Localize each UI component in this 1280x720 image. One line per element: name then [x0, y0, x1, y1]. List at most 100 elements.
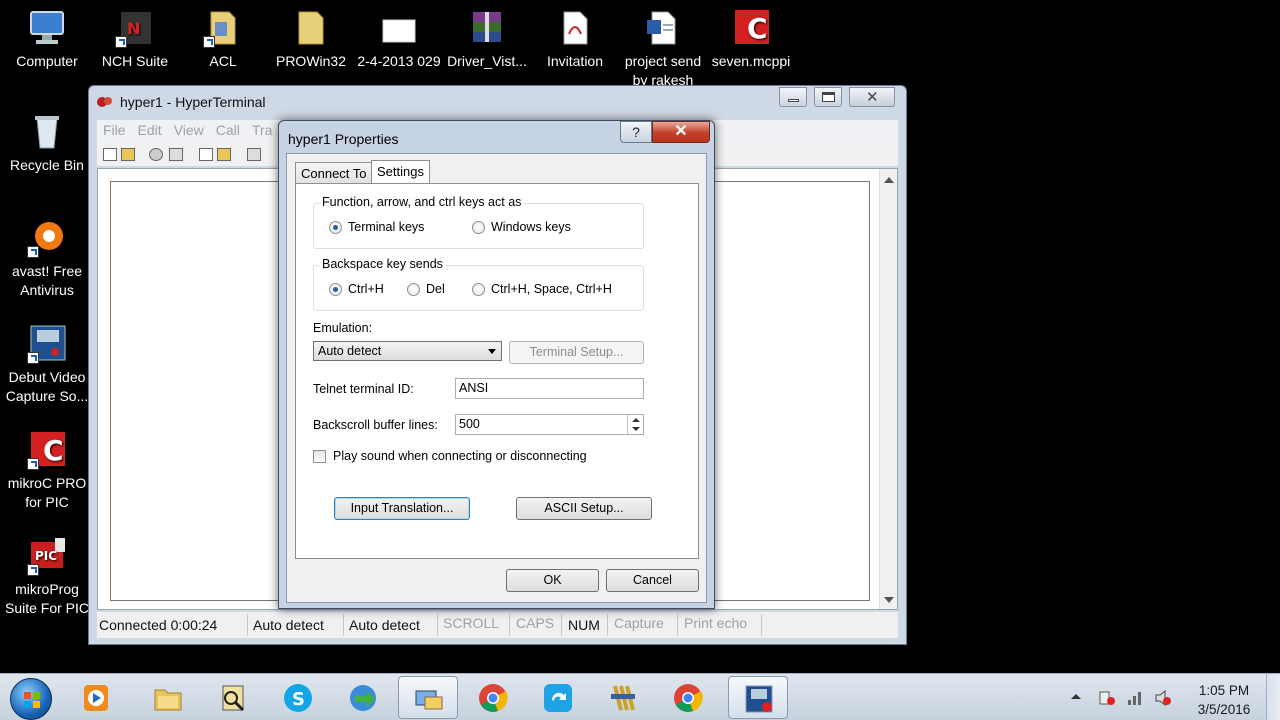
- desktop-icon-image[interactable]: 2-4-2013 029: [353, 8, 445, 71]
- tab-connect-to[interactable]: Connect To: [295, 162, 373, 184]
- desktop-icon-label: Computer: [16, 53, 78, 69]
- dialog-body: Connect To Settings Function, arrow, and…: [286, 153, 707, 603]
- window-titlebar[interactable]: hyper1 - HyperTerminal ✕: [89, 86, 906, 118]
- desktop-icon-driver[interactable]: Driver_Vist...: [441, 8, 533, 71]
- ascii-setup-button[interactable]: ASCII Setup...: [516, 497, 652, 520]
- taskbar-skype[interactable]: S: [268, 676, 328, 719]
- desktop-icon-label: NCH Suite: [101, 53, 169, 69]
- show-desktop-button[interactable]: [1266, 674, 1280, 720]
- close-icon: ✕: [674, 123, 688, 140]
- function-keys-label: Function, arrow, and ctrl keys act as: [319, 195, 525, 209]
- new-icon[interactable]: [103, 148, 117, 161]
- taskbar-winrar[interactable]: [593, 676, 653, 719]
- windows-logo-icon: [24, 692, 40, 708]
- emulation-value: Auto detect: [318, 344, 382, 358]
- action-center-icon[interactable]: [1098, 690, 1116, 706]
- radio-unselected-icon: [472, 283, 485, 296]
- backscroll-value: 500: [459, 417, 480, 431]
- show-hidden-icons-button[interactable]: [1070, 690, 1082, 706]
- spin-buttons[interactable]: [627, 415, 643, 434]
- desktop-icon-nch-suite[interactable]: N NCH Suite: [89, 8, 181, 71]
- desktop-icon-computer[interactable]: Computer: [1, 8, 93, 71]
- spin-up-icon[interactable]: [632, 418, 640, 422]
- winrar-icon: [611, 685, 635, 711]
- mikroprog-icon: PIC: [27, 536, 67, 576]
- backscroll-stepper[interactable]: 500: [455, 414, 644, 435]
- dialog-close-button[interactable]: ✕: [652, 121, 710, 143]
- desktop-icon-mikroprog[interactable]: PIC mikroProg Suite For PIC: [1, 536, 93, 618]
- radio-label: Terminal keys: [348, 220, 425, 234]
- taskbar-chrome-2[interactable]: [658, 676, 718, 719]
- taskbar-video-capture[interactable]: [728, 676, 788, 719]
- taskbar-pdf-reader[interactable]: [203, 676, 263, 719]
- radio-label: Ctrl+H, Space, Ctrl+H: [491, 282, 612, 296]
- input-translation-button[interactable]: Input Translation...: [334, 497, 470, 520]
- receive-icon[interactable]: [217, 148, 231, 161]
- desktop-icon-recycle-bin[interactable]: Recycle Bin: [1, 112, 93, 175]
- backspace-label: Backspace key sends: [319, 257, 446, 271]
- spin-down-icon[interactable]: [632, 427, 640, 431]
- volume-muted-icon[interactable]: [1154, 690, 1172, 706]
- status-separator: [343, 614, 344, 636]
- taskbar-explorer[interactable]: [138, 676, 198, 719]
- send-icon[interactable]: [199, 148, 213, 161]
- radio-unselected-icon: [407, 283, 420, 296]
- vertical-scrollbar[interactable]: [879, 169, 897, 609]
- menu-call[interactable]: Call: [210, 120, 246, 140]
- taskbar-sync-app[interactable]: [528, 676, 588, 719]
- scroll-down-icon[interactable]: [884, 597, 894, 603]
- ok-button[interactable]: OK: [506, 569, 599, 592]
- sync-app-icon: [544, 684, 572, 712]
- status-separator: [607, 614, 608, 636]
- help-button[interactable]: ?: [620, 121, 652, 143]
- svg-text:PIC: PIC: [35, 549, 57, 563]
- desktop-icon-invitation[interactable]: Invitation: [529, 8, 621, 71]
- start-button[interactable]: [10, 678, 52, 720]
- taskbar-media-player[interactable]: [66, 676, 126, 719]
- menu-transfer[interactable]: Tra: [246, 120, 278, 140]
- menu-file[interactable]: File: [97, 120, 132, 140]
- cancel-button[interactable]: Cancel: [606, 569, 699, 592]
- pdf-reader-icon: [222, 685, 245, 712]
- desktop-icon-seven-mcppi[interactable]: C seven.mcppi: [705, 8, 797, 71]
- svg-text:S: S: [292, 689, 305, 710]
- clock-time: 1:05 PM: [1198, 683, 1250, 698]
- desktop-icon-avast[interactable]: avast! Free Antivirus: [1, 218, 93, 300]
- tab-settings[interactable]: Settings: [371, 160, 430, 183]
- chrome-icon: [674, 684, 703, 712]
- desktop-icon-debut-video[interactable]: Debut Video Capture So...: [1, 324, 93, 406]
- connect-icon[interactable]: [149, 148, 163, 161]
- desktop-icon-acl[interactable]: ACL: [177, 8, 269, 71]
- terminal-setup-button[interactable]: Terminal Setup...: [509, 341, 644, 364]
- disconnect-icon[interactable]: [169, 148, 183, 161]
- emulation-select[interactable]: Auto detect: [313, 341, 502, 361]
- scroll-up-icon[interactable]: [884, 177, 894, 183]
- desktop-icon-prowin32[interactable]: PROWin32: [265, 8, 357, 71]
- desktop-icon-label: ACL: [209, 53, 237, 69]
- close-icon: ✕: [866, 89, 879, 106]
- close-button[interactable]: ✕: [849, 87, 895, 107]
- network-icon[interactable]: [1126, 690, 1144, 706]
- maximize-button[interactable]: [814, 87, 842, 107]
- computer-icon: [27, 8, 67, 48]
- desktop-icon-mikroc[interactable]: C mikroC PRO for PIC: [1, 430, 93, 512]
- properties-icon[interactable]: [247, 148, 261, 161]
- radio-label: Windows keys: [491, 220, 571, 234]
- telnet-id-field[interactable]: ANSI: [455, 378, 644, 399]
- desktop-icon-project-send[interactable]: project send by rakesh: [617, 8, 709, 90]
- chevron-down-icon: [488, 349, 496, 354]
- menu-edit[interactable]: Edit: [132, 120, 168, 140]
- internet-download-manager-icon: [350, 685, 376, 711]
- taskbar-chrome[interactable]: [463, 676, 523, 719]
- menu-view[interactable]: View: [168, 120, 210, 140]
- open-icon[interactable]: [121, 148, 135, 161]
- clock[interactable]: 1:05 PM 3/5/2016: [1194, 681, 1254, 719]
- minimize-button[interactable]: [779, 87, 807, 107]
- status-connected: Connected 0:00:24: [99, 617, 218, 633]
- taskbar-download-manager[interactable]: [333, 676, 393, 719]
- desktop-icon-label: Invitation: [546, 53, 604, 69]
- window-title: hyper1 - HyperTerminal: [120, 94, 266, 110]
- taskbar-hyperterminal[interactable]: [398, 676, 458, 719]
- play-sound-checkbox[interactable]: [313, 450, 326, 463]
- help-icon: ?: [632, 124, 640, 140]
